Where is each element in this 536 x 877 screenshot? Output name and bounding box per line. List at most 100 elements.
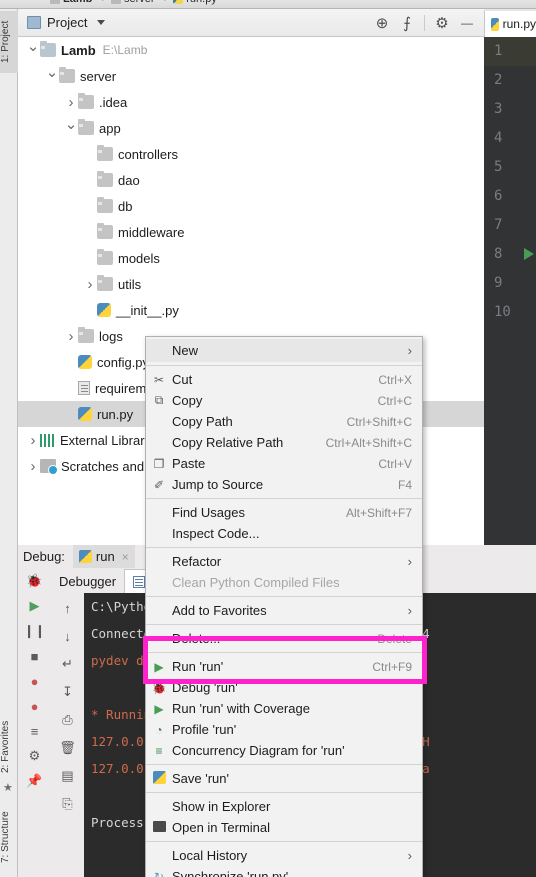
clear-all-icon[interactable]: 🗑 [59, 739, 77, 757]
line-number: 6 [494, 188, 503, 204]
collapse-all-icon[interactable]: ⨍ [396, 12, 418, 34]
menu-item-save--run[interactable]: Save 'run' [146, 768, 422, 789]
python-file-icon [152, 770, 166, 784]
menu-item-label: Open in Terminal [172, 820, 271, 835]
tree-node-controllers[interactable]: controllers [18, 141, 484, 167]
menu-item-find-usages[interactable]: Find Usages Alt+Shift+F7 [146, 502, 422, 523]
editor-gutter[interactable]: 1 2 3 4 5 6 7 8 9 10 [484, 37, 536, 545]
menu-item-label: Debug 'run' [172, 680, 238, 695]
menu-item-copy-relative-path[interactable]: Copy Relative Path Ctrl+Alt+Shift+C [146, 432, 422, 453]
resume-program-icon[interactable]: ▶ [26, 597, 44, 615]
menu-item-synchronize--run-py[interactable]: ↻ Synchronize 'run.py' [146, 866, 422, 877]
console-view-icon[interactable]: ▤ [59, 767, 77, 785]
debug-run-tab-label: run [95, 549, 115, 564]
breadcrumb-item-server[interactable]: server [107, 0, 162, 6]
hide-icon[interactable]: — [456, 12, 478, 34]
menu-item-local-history[interactable]: Local History › [146, 845, 422, 866]
scroll-up-icon[interactable]: ↑ [59, 599, 77, 617]
chevron-down-icon[interactable] [64, 119, 78, 137]
scroll-down-icon[interactable]: ↓ [59, 627, 77, 645]
tree-node-models[interactable]: models [18, 245, 484, 271]
project-title-group[interactable]: Project [18, 15, 106, 30]
tree-node-label: dao [118, 172, 140, 188]
stop-icon[interactable]: ■ [26, 647, 44, 665]
menu-item-cut[interactable]: ✂ Cut Ctrl+X [146, 369, 422, 390]
menu-item-run--run--with-coverage[interactable]: ▶ Run 'run' with Coverage [146, 698, 422, 719]
folder-icon [97, 223, 113, 239]
tree-node-db[interactable]: db [18, 193, 484, 219]
breadcrumb-label: Lamb [63, 0, 92, 5]
menu-item-profile--run[interactable]: ◔ Profile 'run' [146, 719, 422, 740]
folder-icon [111, 0, 122, 4]
line-number: 8 [484, 240, 536, 269]
python-file-icon [97, 303, 111, 317]
debug-icon[interactable]: 🐞 [26, 572, 44, 590]
menu-item-paste[interactable]: ❐ Paste Ctrl+V [146, 453, 422, 474]
pin-tab-icon[interactable]: 📌 [26, 772, 44, 790]
sidebar-item-favorites[interactable]: 2: Favorites [0, 709, 18, 785]
menu-item-copy[interactable]: ⧉ Copy Ctrl+C [146, 390, 422, 411]
project-panel-toolbar: ⊕ ⨍ ⚙ — [371, 12, 484, 34]
menu-item-concurrency-diagram-for--run[interactable]: ≡ Concurrency Diagram for 'run' [146, 740, 422, 761]
context-menu[interactable]: New › ✂ Cut Ctrl+X ⧉ Copy Ctrl+C Copy Path Ctrl+S… [145, 336, 423, 877]
chevron-right-icon[interactable] [64, 94, 78, 111]
soft-wrap-icon[interactable]: ↵ [59, 655, 77, 673]
print-icon[interactable]: ⎙ [59, 711, 77, 729]
chevron-down-icon[interactable] [45, 67, 59, 85]
locate-icon[interactable]: ⊕ [371, 12, 393, 34]
line-number: 9 [494, 275, 503, 291]
folder-icon [59, 67, 75, 83]
settings-list-icon[interactable]: ≡ [26, 722, 44, 740]
chevron-right-icon[interactable] [26, 432, 40, 449]
toolbar-divider [424, 14, 425, 31]
menu-item-jump-to-source[interactable]: ✐ Jump to Source F4 [146, 474, 422, 495]
chevron-right-icon[interactable] [64, 328, 78, 345]
menu-item-add-to-favorites[interactable]: Add to Favorites › [146, 600, 422, 621]
settings-gear-icon[interactable]: ⚙ [26, 747, 44, 765]
run-gutter-arrow-icon[interactable] [524, 248, 534, 260]
pause-program-icon[interactable]: ❙❙ [24, 622, 46, 640]
menu-separator [146, 652, 422, 653]
tree-node-label: .idea [99, 94, 128, 110]
breadcrumb-item-run-py[interactable]: run.py [169, 0, 224, 6]
tree-node-app[interactable]: app [18, 115, 484, 141]
menu-item-inspect-code[interactable]: Inspect Code... [146, 523, 422, 544]
tree-node-label: logs [99, 328, 123, 344]
tree-node-lamb[interactable]: Lamb E:\Lamb [18, 37, 484, 63]
console-actions-toolbar[interactable]: ↑ ↓ ↵ ↧ ⎙ 🗑 ▤ ⎘ [51, 593, 84, 877]
menu-item-label: Run 'run' [172, 659, 224, 674]
chevron-right-icon[interactable] [26, 458, 40, 475]
breadcrumb-item-lamb[interactable]: Lamb [46, 0, 99, 6]
annotate-icon[interactable]: ⎘ [59, 795, 77, 813]
menu-item-open-in-terminal[interactable]: Open in Terminal [146, 817, 422, 838]
chevron-down-icon[interactable] [97, 20, 106, 25]
tree-node---init---py[interactable]: __init__.py [18, 297, 484, 323]
tree-node--idea[interactable]: .idea [18, 89, 484, 115]
menu-item-run--run[interactable]: ▶ Run 'run' Ctrl+F9 [146, 656, 422, 677]
menu-item-debug--run[interactable]: 🐞 Debug 'run' [146, 677, 422, 698]
view-breakpoints-icon[interactable]: ● [26, 672, 44, 690]
menu-item-delete[interactable]: Delete... Delete [146, 628, 422, 649]
debug-actions-toolbar[interactable]: 🐞 ▶ ❙❙ ■ ● ● ≡ ⚙ 📌 [18, 568, 51, 877]
chevron-right-icon[interactable] [83, 276, 97, 293]
tree-node-utils[interactable]: utils [18, 271, 484, 297]
scroll-to-end-icon[interactable]: ↧ [59, 683, 77, 701]
menu-item-copy-path[interactable]: Copy Path Ctrl+Shift+C [146, 411, 422, 432]
debug-run-tab[interactable]: run × [72, 545, 135, 568]
menu-item-new[interactable]: New › [146, 339, 422, 362]
settings-gear-icon[interactable]: ⚙ [431, 12, 453, 34]
sidebar-item-structure[interactable]: 7: Structure [0, 799, 18, 875]
tree-node-server[interactable]: server [18, 63, 484, 89]
sidebar-item-project[interactable]: 1: Project [0, 11, 18, 73]
python-file-icon [78, 550, 92, 563]
menu-item-show-in-explorer[interactable]: Show in Explorer [146, 796, 422, 817]
tab-run-py[interactable]: run.py [484, 11, 536, 37]
menu-item-refactor[interactable]: Refactor › [146, 551, 422, 572]
mute-breakpoints-icon[interactable]: ● [26, 697, 44, 715]
tree-node-dao[interactable]: dao [18, 167, 484, 193]
tab-debugger[interactable]: Debugger [51, 569, 124, 593]
editor-area[interactable]: 1 2 3 4 5 6 7 8 9 10 [484, 37, 536, 545]
chevron-down-icon[interactable] [26, 41, 40, 59]
tree-node-middleware[interactable]: middleware [18, 219, 484, 245]
close-icon[interactable]: × [122, 550, 129, 564]
